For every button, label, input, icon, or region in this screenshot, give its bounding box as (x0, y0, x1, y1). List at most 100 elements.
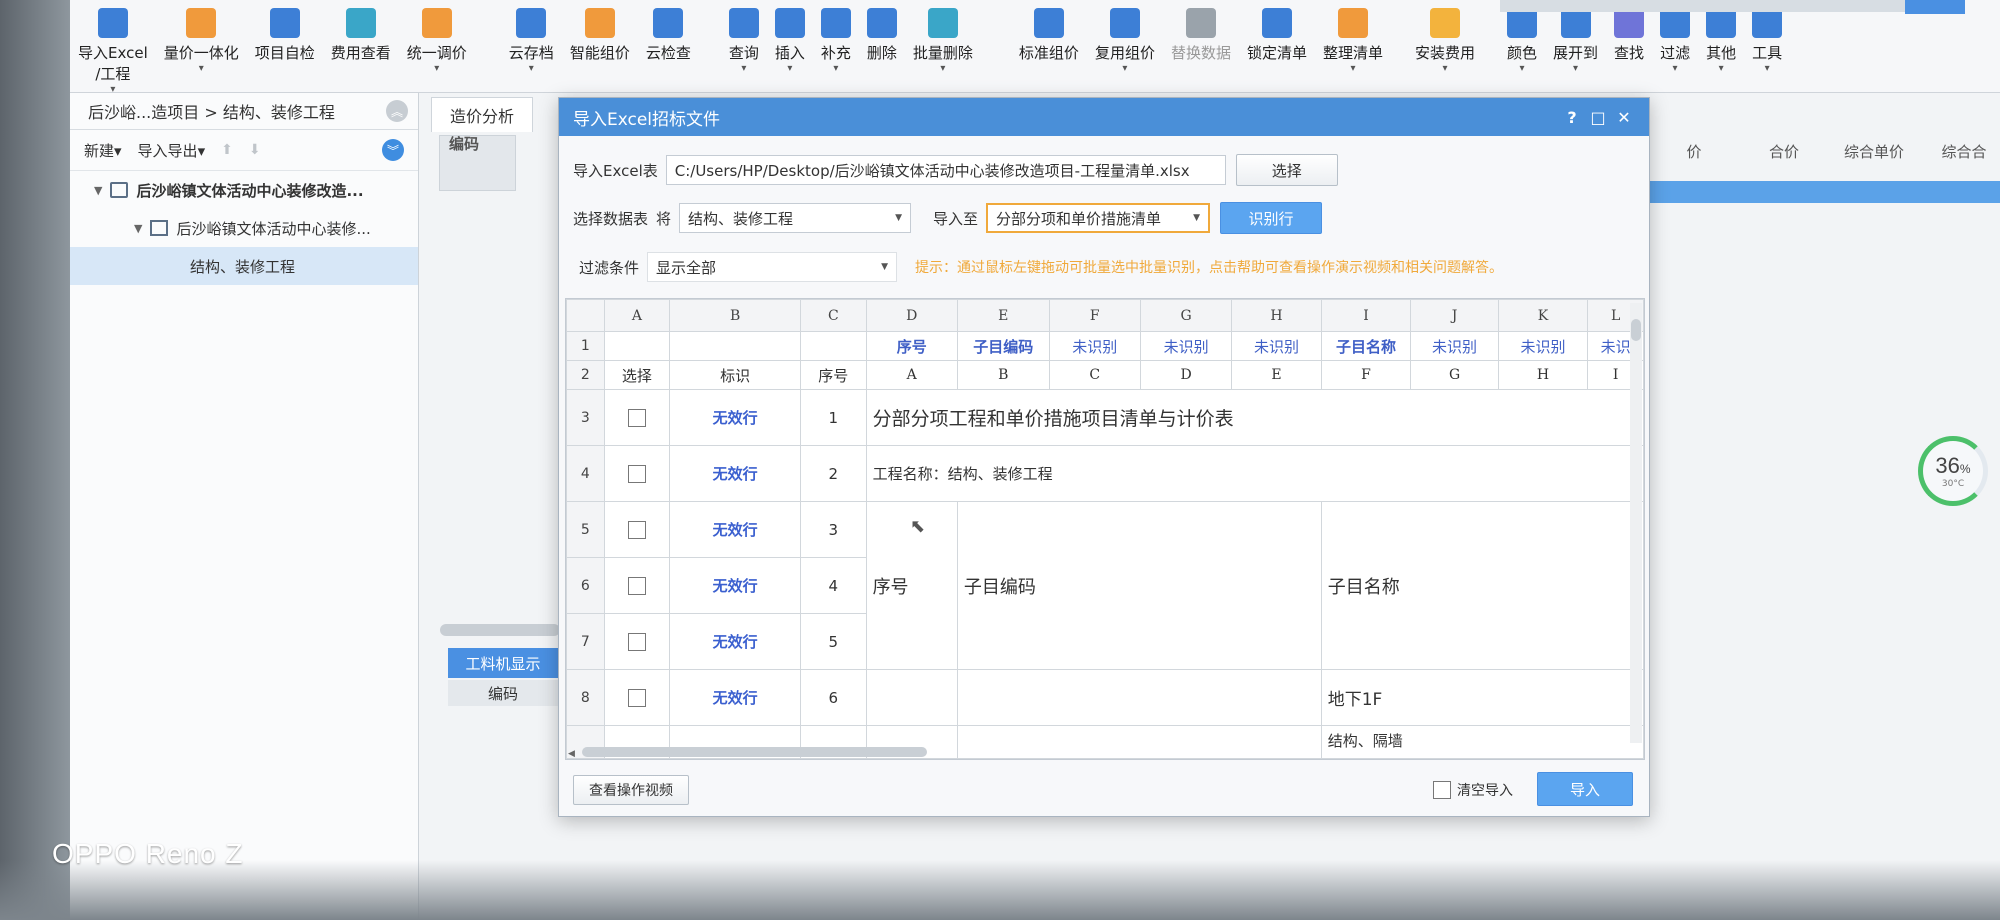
import-to-select[interactable]: 分部分项和单价措施清单 ▼ (986, 203, 1211, 233)
ribbon-insert-button[interactable]: 插入 ▾ (767, 0, 813, 75)
performance-gauge[interactable]: 36% 30°C (1918, 436, 1988, 506)
ribbon-calc-button[interactable]: 量价一体化 ▾ (156, 0, 247, 75)
checkbox-icon[interactable] (627, 408, 646, 427)
ribbon-cloud-save-button[interactable]: 云存档 ▾ (501, 0, 562, 75)
close-icon[interactable]: ✕ (1611, 108, 1637, 127)
identify-row-button[interactable]: 识别行 (1220, 202, 1323, 234)
ribbon-adjust-price-button[interactable]: 统一调价 ▾ (399, 0, 475, 75)
help-icon[interactable]: ? (1559, 108, 1585, 127)
dropdown-arrow-icon[interactable]: ▾ (1520, 63, 1525, 75)
checkbox-icon[interactable] (627, 688, 646, 707)
dropdown-arrow-icon[interactable]: ▾ (1765, 63, 1770, 75)
ribbon-reuse-price-button[interactable]: 复用组价 ▾ (1087, 0, 1163, 75)
ribbon-check-button[interactable]: 项目自检 (247, 0, 323, 63)
row-checkbox[interactable] (603, 613, 671, 670)
row-flag[interactable]: 无效行 (669, 669, 802, 726)
dropdown-arrow-icon[interactable]: ▾ (1350, 63, 1355, 75)
row-checkbox[interactable] (603, 557, 671, 614)
dropdown-arrow-icon[interactable]: ▾ (434, 63, 439, 75)
col-letter[interactable]: H (1231, 299, 1322, 332)
ribbon-query-button[interactable]: 查询 ▾ (721, 0, 767, 75)
ribbon-standard-price-button[interactable]: 标准组价 (1011, 0, 1087, 63)
row-checkbox[interactable] (603, 669, 671, 726)
col-letter[interactable]: D (865, 299, 958, 332)
mapping-cell[interactable]: 未识别 (1139, 331, 1233, 361)
view-video-button[interactable]: 查看操作视频 (573, 775, 689, 805)
ribbon-cloud-check-button[interactable]: 云检查 (638, 0, 699, 63)
vertical-scrollbar[interactable] (1630, 303, 1642, 743)
row-checkbox[interactable] (603, 501, 671, 558)
new-button[interactable]: 新建▾ (84, 140, 122, 161)
col-letter[interactable]: J (1410, 299, 1499, 332)
import-button[interactable]: 导入 (1537, 772, 1633, 806)
tab-material-display[interactable]: 工料机显示 (448, 648, 558, 678)
dropdown-arrow-icon[interactable]: ▾ (833, 63, 838, 75)
col-letter[interactable]: G (1139, 299, 1233, 332)
dropdown-arrow-icon[interactable]: ▾ (1442, 63, 1447, 75)
dropdown-arrow-icon[interactable]: ▾ (1122, 63, 1127, 75)
col-letter[interactable]: I (1320, 299, 1412, 332)
clear-import-option[interactable]: 清空导入 (1433, 780, 1513, 800)
tree-toggle-icon[interactable]: ▼ (94, 184, 102, 197)
dropdown-arrow-icon[interactable]: ▾ (1673, 63, 1678, 75)
ribbon-replace-data-button[interactable]: 替换数据 (1163, 0, 1239, 63)
maximize-icon[interactable]: □ (1585, 108, 1611, 127)
row-flag[interactable]: 无效行 (669, 445, 802, 502)
collapse-up-icon[interactable]: ︽ (386, 100, 408, 122)
mapping-cell[interactable]: 子目名称 (1320, 331, 1412, 361)
move-down-icon[interactable]: ⬇ (249, 142, 261, 158)
ribbon-delete-button[interactable]: 删除 (859, 0, 905, 63)
row-flag[interactable]: 无效行 (669, 557, 802, 614)
col-letter[interactable]: K (1497, 299, 1589, 332)
checkbox-icon[interactable] (627, 464, 646, 483)
row-checkbox[interactable] (603, 389, 671, 446)
top-action-button[interactable] (1905, 0, 1965, 14)
tree-toggle-icon[interactable]: ▼ (134, 222, 142, 235)
col-letter[interactable]: B (669, 299, 802, 332)
ribbon-batch-delete-button[interactable]: 批量删除 ▾ (905, 0, 981, 75)
dropdown-arrow-icon[interactable]: ▾ (1719, 63, 1724, 75)
mapping-cell[interactable]: 未识别 (1048, 331, 1141, 361)
row-flag[interactable]: 无效行 (669, 613, 802, 670)
excel-path-field[interactable]: C:/Users/HP/Desktop/后沙峪镇文体活动中心装修改造项目-工程量… (665, 155, 1226, 185)
checkbox-icon[interactable] (627, 520, 646, 539)
vertical-scroll-thumb[interactable] (1631, 319, 1641, 341)
sheet-select[interactable]: 结构、装修工程 ▼ (679, 203, 912, 233)
tree-item-section[interactable]: 结构、装修工程 (70, 247, 418, 285)
dropdown-arrow-icon[interactable]: ▾ (199, 63, 204, 75)
col-letter[interactable]: E (956, 299, 1050, 332)
ribbon-install-fee-button[interactable]: 安装费用 ▾ (1407, 0, 1483, 75)
import-export-button[interactable]: 导入导出▾ (138, 140, 206, 161)
ribbon-supplement-button[interactable]: 补充 ▾ (813, 0, 859, 75)
choose-file-button[interactable]: 选择 (1235, 154, 1338, 186)
checkbox-icon[interactable] (627, 576, 646, 595)
dropdown-arrow-icon[interactable]: ▾ (529, 63, 534, 75)
dropdown-arrow-icon[interactable]: ▾ (1573, 63, 1578, 75)
mapping-cell[interactable]: 未识别 (1410, 331, 1499, 361)
ribbon-lock-button[interactable]: 锁定清单 (1239, 0, 1315, 63)
col-letter[interactable]: C (800, 299, 867, 332)
move-up-icon[interactable]: ⬆ (221, 142, 233, 158)
ribbon-organize-button[interactable]: 整理清单 ▾ (1315, 0, 1391, 75)
row-flag[interactable]: 无效行 (669, 389, 802, 446)
clear-import-checkbox[interactable] (1433, 781, 1451, 799)
row-flag[interactable]: 无效行 (669, 501, 802, 558)
horizontal-scroll-thumb[interactable] (582, 747, 927, 757)
checkbox-icon[interactable] (627, 632, 646, 651)
tree-item-unit[interactable]: ▼ 后沙峪镇文体活动中心装修... (70, 209, 418, 247)
dropdown-arrow-icon[interactable]: ▾ (940, 63, 945, 75)
scroll-left-icon[interactable]: ◀ (568, 749, 575, 759)
ribbon-fee-view-button[interactable]: 费用查看 (323, 0, 399, 63)
search-box[interactable] (1500, 0, 1920, 12)
row-checkbox[interactable] (603, 445, 671, 502)
mapping-cell[interactable]: 未识别 (1497, 331, 1589, 361)
dropdown-arrow-icon[interactable]: ▾ (787, 63, 792, 75)
dropdown-arrow-icon[interactable]: ▾ (741, 63, 746, 75)
ribbon-smart-price-button[interactable]: 智能组价 (562, 0, 638, 63)
ribbon-excel-import-button[interactable]: 导入Excel/工程 ▾ (70, 0, 156, 96)
filter-select[interactable]: 显示全部 ▼ (647, 252, 898, 282)
tab-cost-analysis[interactable]: 造价分析 (431, 97, 534, 132)
mapping-cell[interactable]: 未识别 (1231, 331, 1322, 361)
col-letter[interactable]: F (1048, 299, 1141, 332)
tree-item-project[interactable]: ▼ 后沙峪镇文体活动中心装修改造... (70, 171, 418, 209)
